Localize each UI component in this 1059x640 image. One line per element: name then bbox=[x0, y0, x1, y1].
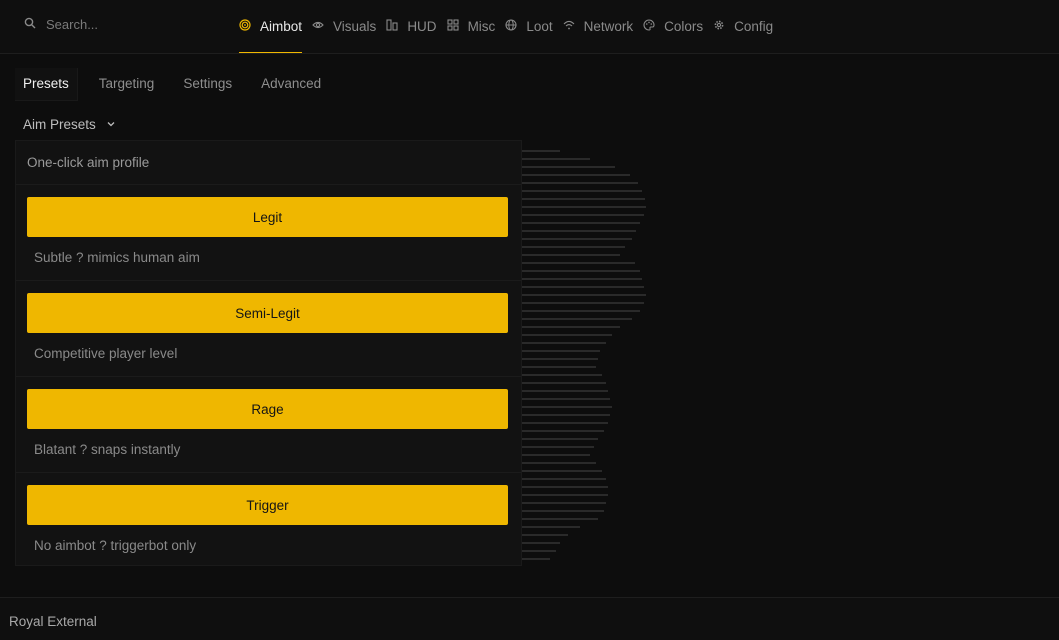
subtab-advanced[interactable]: Advanced bbox=[253, 68, 329, 100]
aim-presets-panel: One-click aim profile Legit Subtle ? mim… bbox=[15, 140, 522, 566]
tab-network[interactable]: Network bbox=[563, 1, 634, 53]
chevron-down-icon bbox=[106, 117, 116, 132]
rage-preset-button[interactable]: Rage bbox=[27, 389, 508, 429]
tab-misc[interactable]: Misc bbox=[447, 1, 496, 53]
app-name-label: Royal External bbox=[9, 614, 97, 629]
preset-description: Competitive player level bbox=[34, 346, 178, 361]
tab-loot[interactable]: Loot bbox=[505, 1, 553, 53]
section-header[interactable]: Aim Presets bbox=[23, 114, 116, 134]
search-box[interactable]: Search... bbox=[24, 12, 224, 36]
sub-tabs: Presets Targeting Settings Advanced bbox=[15, 68, 342, 101]
decorative-streaks bbox=[520, 150, 646, 560]
tab-config[interactable]: Config bbox=[713, 1, 773, 53]
tab-label: Aimbot bbox=[260, 19, 303, 34]
footer-bar: Royal External bbox=[0, 597, 1059, 640]
tab-colors[interactable]: Colors bbox=[643, 1, 703, 53]
tab-label: Visuals bbox=[333, 19, 377, 34]
preset-description: No aimbot ? triggerbot only bbox=[34, 538, 197, 553]
section-title: Aim Presets bbox=[23, 116, 96, 132]
preset-description: Subtle ? mimics human aim bbox=[34, 250, 200, 265]
wifi-icon bbox=[563, 19, 575, 34]
legit-preset-button[interactable]: Legit bbox=[27, 197, 508, 237]
subtab-settings[interactable]: Settings bbox=[175, 68, 240, 100]
globe-icon bbox=[505, 19, 517, 34]
tab-label: HUD bbox=[407, 19, 437, 34]
tab-hud[interactable]: HUD bbox=[386, 1, 437, 53]
gear-icon bbox=[713, 19, 725, 34]
tab-visuals[interactable]: Visuals bbox=[312, 1, 376, 53]
grid-icon bbox=[447, 19, 459, 34]
search-input[interactable]: Search... bbox=[46, 17, 98, 32]
tab-label: Network bbox=[583, 19, 634, 34]
trigger-preset-button[interactable]: Trigger bbox=[27, 485, 508, 525]
tab-label: Colors bbox=[664, 19, 704, 34]
preset-row: Trigger No aimbot ? triggerbot only bbox=[16, 473, 521, 568]
semi-legit-preset-button[interactable]: Semi-Legit bbox=[27, 293, 508, 333]
eye-icon bbox=[312, 19, 324, 34]
tab-aimbot[interactable]: Aimbot bbox=[239, 1, 303, 53]
tab-label: Loot bbox=[526, 19, 553, 34]
palette-icon bbox=[643, 19, 655, 34]
panel-heading: One-click aim profile bbox=[16, 141, 521, 185]
search-icon bbox=[24, 17, 36, 32]
preset-row: Legit Subtle ? mimics human aim bbox=[16, 185, 521, 281]
preset-row: Rage Blatant ? snaps instantly bbox=[16, 377, 521, 473]
main-nav: Aimbot Visuals HUD Misc Loot Network Col… bbox=[239, 0, 783, 53]
subtab-targeting[interactable]: Targeting bbox=[91, 68, 163, 100]
tab-label: Misc bbox=[467, 19, 496, 34]
hud-icon bbox=[386, 19, 398, 34]
top-bar: Search... Aimbot Visuals HUD Misc Loot N… bbox=[0, 0, 1059, 54]
preset-row: Semi-Legit Competitive player level bbox=[16, 281, 521, 377]
preset-description: Blatant ? snaps instantly bbox=[34, 442, 181, 457]
tab-label: Config bbox=[734, 19, 774, 34]
target-icon bbox=[239, 19, 251, 34]
subtab-presets[interactable]: Presets bbox=[15, 68, 78, 101]
